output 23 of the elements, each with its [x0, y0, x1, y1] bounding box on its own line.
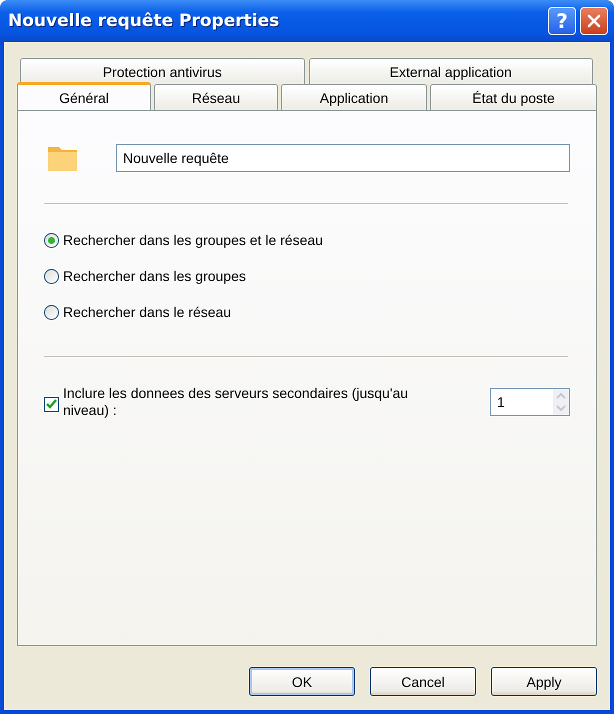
help-button[interactable]: ?: [548, 7, 576, 35]
tab[interactable]: État du poste: [430, 84, 597, 110]
radio-label: Rechercher dans les groupes: [63, 268, 246, 284]
checkbox-label: Inclure les donnees des serveurs secondaires (jusqu'au niveau) :: [63, 385, 410, 419]
radio-button[interactable]: [44, 232, 59, 248]
tab[interactable]: Protection antivirus: [20, 58, 304, 84]
dialog-button[interactable]: OK: [249, 667, 355, 696]
radio-label: Rechercher dans le réseau: [63, 304, 232, 320]
dialog-button[interactable]: Cancel: [370, 667, 476, 696]
tab[interactable]: External application: [308, 58, 593, 84]
name-field[interactable]: Nouvelle requête: [116, 144, 570, 172]
dialog-button[interactable]: Apply: [491, 667, 597, 696]
level-spinner[interactable]: 1: [490, 388, 570, 416]
checkbox[interactable]: [44, 396, 59, 412]
radio-button[interactable]: [44, 304, 59, 320]
tab[interactable]: Application: [281, 84, 427, 110]
radio-button[interactable]: [44, 268, 59, 284]
radio-label: Rechercher dans les groupes et le réseau: [63, 232, 323, 248]
tab[interactable]: Général: [17, 82, 151, 110]
tab[interactable]: Réseau: [154, 84, 278, 110]
window-title: Nouvelle requête Properties: [8, 11, 280, 31]
close-icon: [587, 14, 601, 28]
close-button[interactable]: [580, 7, 608, 35]
